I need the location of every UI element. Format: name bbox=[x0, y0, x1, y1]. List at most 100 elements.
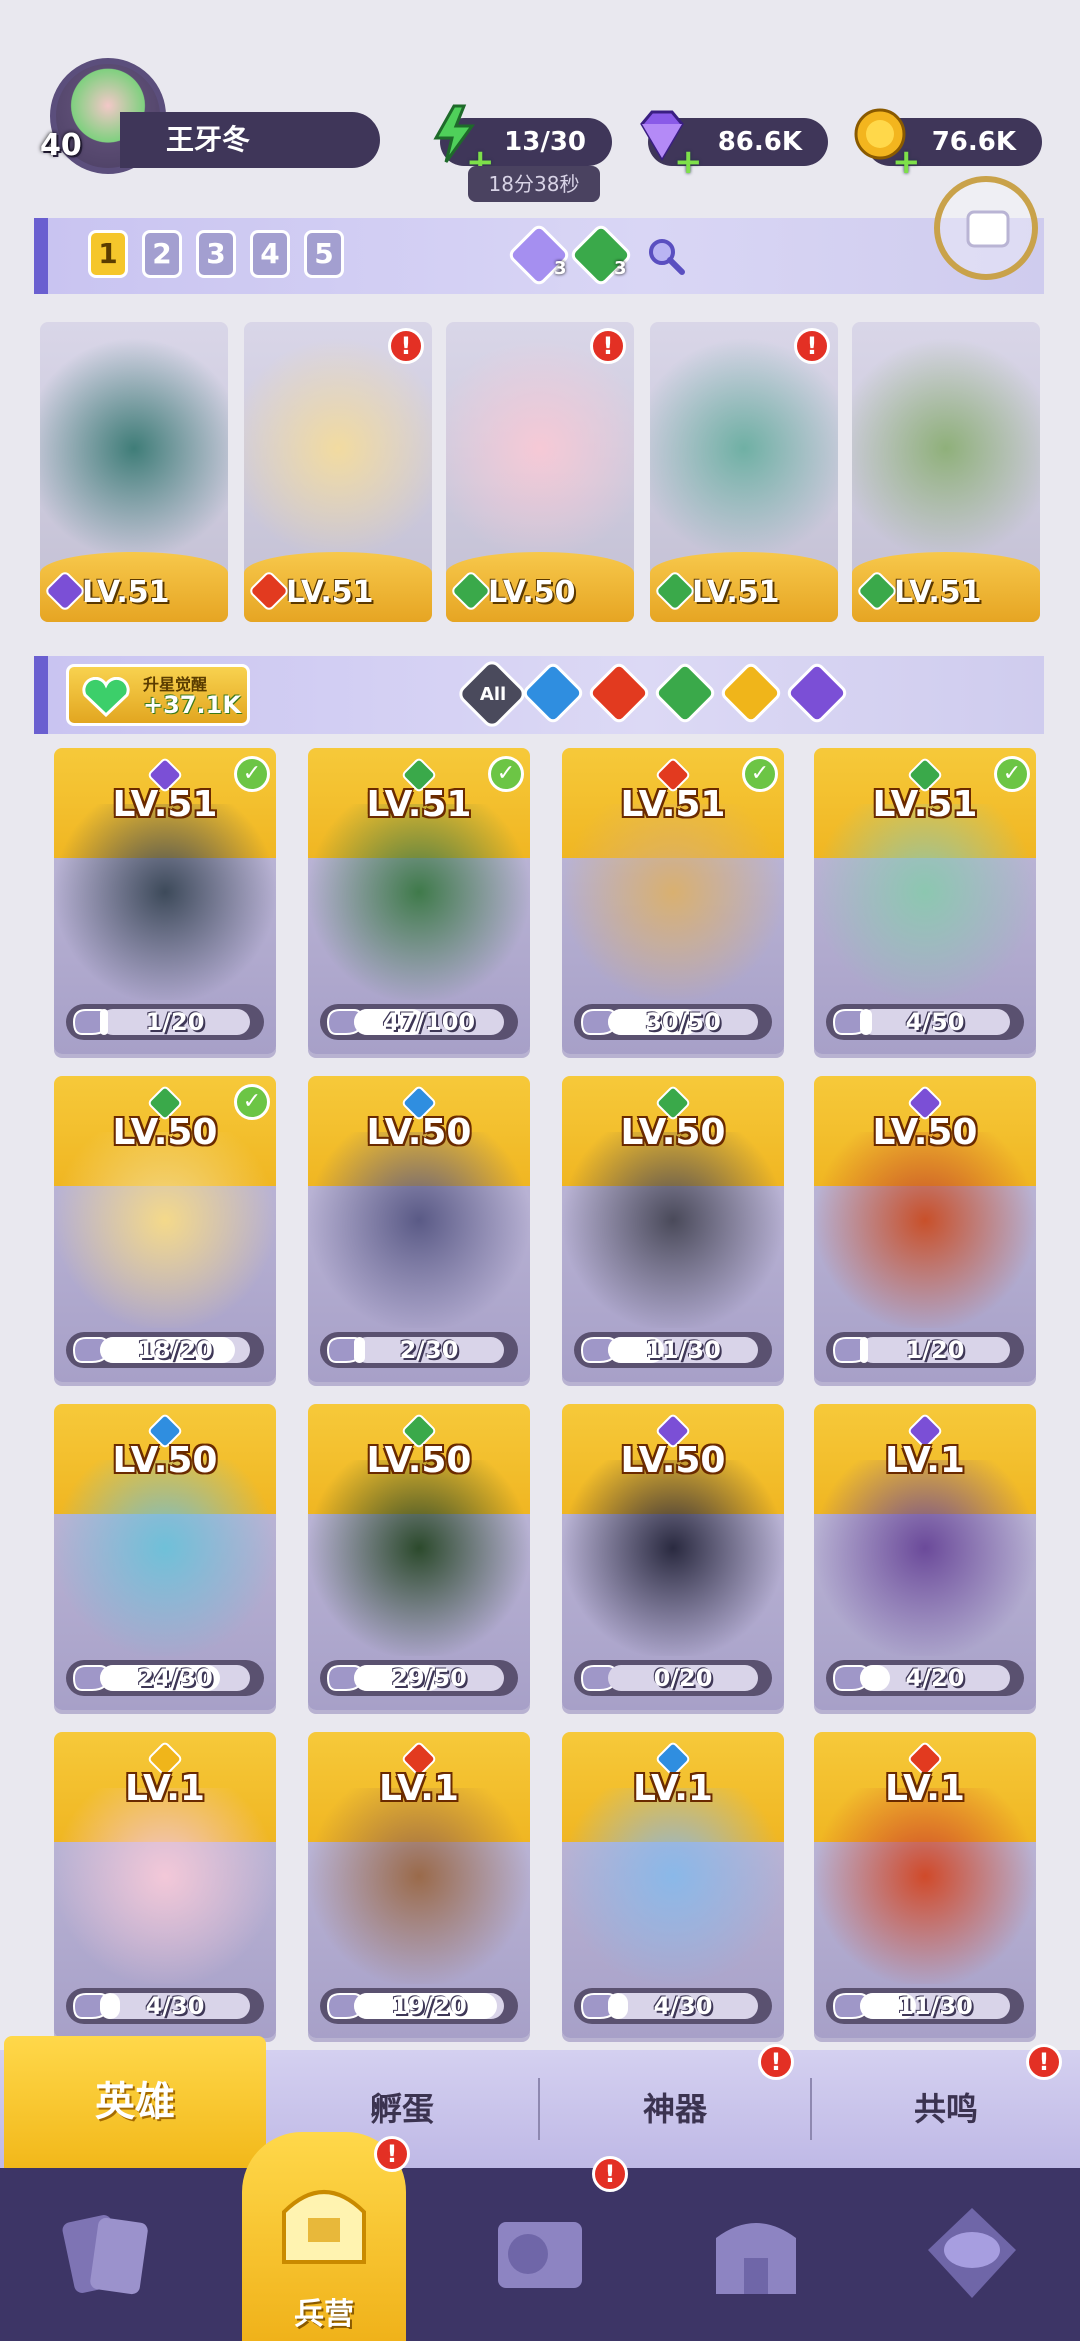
hero-level: LV.51 bbox=[620, 784, 726, 825]
nav-castle[interactable] bbox=[648, 2168, 864, 2341]
hero-portrait bbox=[308, 1132, 530, 1328]
map-alert-badge: ! bbox=[592, 2156, 628, 2192]
hero-level: LV.51 bbox=[894, 575, 982, 610]
hero-card[interactable]: LV.1 19/20 bbox=[308, 1732, 530, 2038]
hero-alert-badge: ! bbox=[388, 328, 424, 364]
team-swap-button[interactable] bbox=[934, 176, 1038, 280]
hero-card[interactable]: LV.50 2/30 bbox=[308, 1076, 530, 1382]
filter-dark-icon[interactable] bbox=[784, 660, 850, 726]
team-hero-card[interactable]: LV.51! bbox=[244, 322, 432, 622]
hero-portrait bbox=[54, 1788, 276, 1984]
hero-portrait bbox=[54, 804, 276, 1000]
nav-mushroom[interactable] bbox=[864, 2168, 1080, 2341]
hero-portrait bbox=[40, 322, 228, 552]
team-hero-card[interactable]: LV.51 bbox=[40, 322, 228, 622]
shard-progress-bar: 4/20 bbox=[826, 1660, 1024, 1696]
hero-portrait bbox=[308, 1460, 530, 1656]
shard-progress-bar: 11/30 bbox=[574, 1332, 772, 1368]
nav-map[interactable]: ! bbox=[432, 2156, 648, 2341]
check-icon: ✓ bbox=[488, 756, 524, 792]
cards-icon bbox=[62, 2215, 148, 2295]
hero-level: LV.50 bbox=[488, 575, 576, 610]
nav-barracks[interactable]: 兵营 ! bbox=[216, 2132, 432, 2341]
progress-text: 1/20 bbox=[145, 1008, 205, 1036]
hero-level: LV.50 bbox=[620, 1112, 726, 1153]
energy-counter[interactable]: + 13/30 bbox=[433, 104, 612, 182]
hero-level: LV.50 bbox=[366, 1440, 472, 1481]
hero-level: LV.51 bbox=[112, 784, 218, 825]
hero-level: LV.1 bbox=[633, 1768, 713, 1809]
shard-progress-bar: 47/100 bbox=[320, 1004, 518, 1040]
hero-card[interactable]: LV.1 4/30 bbox=[54, 1732, 276, 2038]
shard-progress-bar: 18/20 bbox=[66, 1332, 264, 1368]
nav-cards[interactable] bbox=[0, 2168, 216, 2341]
team-slot-1[interactable]: 1 bbox=[88, 230, 128, 278]
progress-text: 30/50 bbox=[645, 1008, 721, 1036]
filter-light-icon[interactable] bbox=[718, 660, 784, 726]
coin-plus-icon[interactable]: + bbox=[892, 138, 921, 186]
hero-alert-badge: ! bbox=[590, 328, 626, 364]
team-slot-3[interactable]: 3 bbox=[196, 230, 236, 278]
shard-progress-bar: 4/30 bbox=[66, 1988, 264, 2024]
team-slot-5[interactable]: 5 bbox=[304, 230, 344, 278]
shard-progress-bar: 0/20 bbox=[574, 1660, 772, 1696]
barracks-icon bbox=[282, 2190, 366, 2264]
filter-water-icon[interactable] bbox=[520, 660, 586, 726]
filter-fire-icon[interactable] bbox=[586, 660, 652, 726]
hero-card[interactable]: LV.50 29/50 bbox=[308, 1404, 530, 1710]
hero-portrait bbox=[814, 1788, 1036, 1984]
shard-progress-bar: 1/20 bbox=[66, 1004, 264, 1040]
hero-portrait bbox=[562, 1460, 784, 1656]
hero-card[interactable]: LV.51 ✓ 4/50 bbox=[814, 748, 1036, 1054]
hero-card[interactable]: LV.50 0/20 bbox=[562, 1404, 784, 1710]
team-hero-card[interactable]: LV.51! bbox=[650, 322, 838, 622]
hero-card[interactable]: LV.1 11/30 bbox=[814, 1732, 1036, 2038]
hero-card[interactable]: LV.50 1/20 bbox=[814, 1076, 1036, 1382]
team-hero-card[interactable]: LV.50! bbox=[446, 322, 634, 622]
shard-progress-bar: 4/50 bbox=[826, 1004, 1024, 1040]
hero-card[interactable]: LV.51 ✓ 1/20 bbox=[54, 748, 276, 1054]
nav-barracks-label: 兵营 bbox=[294, 2297, 354, 2332]
hero-level: LV.51 bbox=[872, 784, 978, 825]
hero-level: LV.51 bbox=[366, 784, 472, 825]
hero-card[interactable]: LV.1 4/30 bbox=[562, 1732, 784, 2038]
section-tabs: 英雄 孵蛋 神器 共鸣 ! ! bbox=[0, 2036, 1080, 2168]
awaken-button[interactable]: 升星觉醒 +37.1K bbox=[66, 664, 250, 726]
hero-card[interactable]: LV.51 ✓ 47/100 bbox=[308, 748, 530, 1054]
coin-counter[interactable]: + 76.6K bbox=[854, 108, 1042, 182]
hero-card[interactable]: LV.50 ✓ 18/20 bbox=[54, 1076, 276, 1382]
hero-card[interactable]: LV.50 11/30 bbox=[562, 1076, 784, 1382]
hero-level: LV.50 bbox=[112, 1440, 218, 1481]
shard-progress-bar: 1/20 bbox=[826, 1332, 1024, 1368]
bottom-navigation: 兵营 ! ! bbox=[0, 2132, 1080, 2341]
map-icon bbox=[498, 2222, 582, 2288]
hero-card[interactable]: LV.1 4/20 bbox=[814, 1404, 1036, 1710]
hero-level: LV.50 bbox=[872, 1112, 978, 1153]
filter-nature-icon[interactable] bbox=[652, 660, 718, 726]
hero-level: LV.51 bbox=[692, 575, 780, 610]
hero-portrait bbox=[814, 1460, 1036, 1656]
check-icon: ✓ bbox=[742, 756, 778, 792]
team-selector-bar: 1 2 3 4 5 3 3 bbox=[34, 218, 1044, 294]
shard-progress-bar: 2/30 bbox=[320, 1332, 518, 1368]
progress-text: 29/50 bbox=[391, 1664, 467, 1692]
progress-text: 11/30 bbox=[645, 1336, 721, 1364]
team-hero-card[interactable]: LV.51 bbox=[852, 322, 1040, 622]
magnifier-icon[interactable] bbox=[646, 236, 686, 276]
team-slot-4[interactable]: 4 bbox=[250, 230, 290, 278]
shard-progress-bar: 24/30 bbox=[66, 1660, 264, 1696]
team-slot-2[interactable]: 2 bbox=[142, 230, 182, 278]
hero-card[interactable]: LV.50 24/30 bbox=[54, 1404, 276, 1710]
gem-plus-icon[interactable]: + bbox=[674, 138, 703, 186]
gem-counter[interactable]: + 86.6K bbox=[640, 110, 828, 182]
progress-text: 2/30 bbox=[399, 1336, 459, 1364]
filter-all-button[interactable]: All bbox=[455, 657, 529, 731]
hero-portrait bbox=[54, 1132, 276, 1328]
hero-card[interactable]: LV.51 ✓ 30/50 bbox=[562, 748, 784, 1054]
hero-level: LV.1 bbox=[379, 1768, 459, 1809]
hero-alert-badge: ! bbox=[794, 328, 830, 364]
hero-level: LV.51 bbox=[286, 575, 374, 610]
player-name: 王牙冬 bbox=[120, 112, 380, 168]
energy-timer: 18分38秒 bbox=[468, 166, 600, 202]
shard-progress-bar: 29/50 bbox=[320, 1660, 518, 1696]
